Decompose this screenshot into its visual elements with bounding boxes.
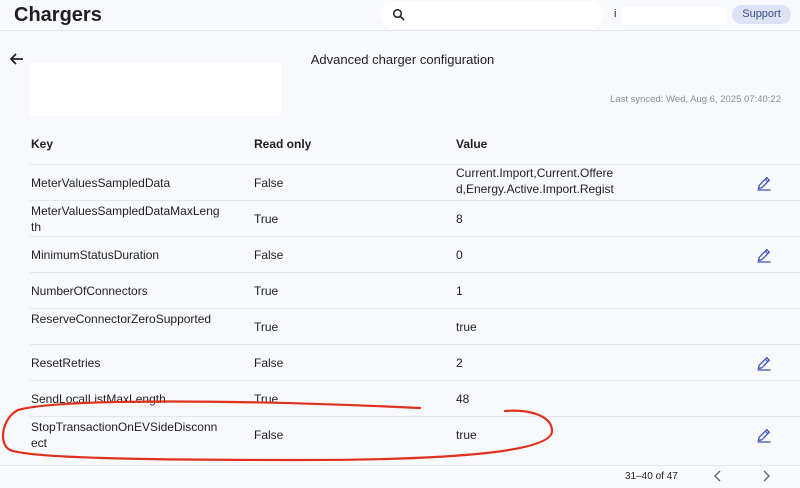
edit-icon[interactable] — [756, 427, 772, 443]
table-row: ReserveConnectorZeroSupported True true — [30, 308, 800, 344]
chevron-left-icon[interactable] — [711, 469, 725, 483]
config-key: MinimumStatusDuration — [31, 248, 160, 262]
table-row: ResetRetries False 2 — [30, 344, 800, 380]
search-input[interactable] — [380, 1, 604, 29]
config-key: StopTransactionOnEVSideDisconnect — [31, 420, 218, 450]
last-synced-text: Last synced: Wed, Aug 6, 2025 07:40:22 — [610, 94, 781, 105]
read-only-value: False — [254, 176, 284, 190]
app-title: Chargers — [14, 4, 102, 26]
table-row: SendLocalListMaxLength True 48 — [30, 380, 800, 416]
header-field[interactable] — [622, 7, 726, 25]
read-only-value: True — [254, 284, 279, 298]
table-row: MeterValuesSampledDataMaxLength True 8 — [30, 200, 800, 236]
config-value: Current.Import,Current.Offered,Energy.Ac… — [456, 166, 614, 200]
column-header-value: Value — [456, 137, 488, 151]
read-only-value: True — [254, 392, 279, 406]
config-key: ResetRetries — [31, 356, 101, 370]
header-divider — [0, 30, 800, 31]
config-value: 48 — [456, 392, 470, 406]
column-header-read-only: Read only — [254, 137, 312, 151]
app-header: Chargers i Support — [0, 0, 800, 30]
config-key: MeterValuesSampledDataMaxLength — [31, 204, 220, 234]
read-only-value: False — [254, 248, 284, 262]
config-key: NumberOfConnectors — [31, 284, 148, 298]
charger-info-panel — [30, 63, 281, 116]
config-key: MeterValuesSampledData — [31, 176, 171, 190]
read-only-value: True — [254, 212, 279, 226]
help-label[interactable]: i — [614, 8, 616, 20]
search-icon — [392, 8, 405, 21]
config-key: ReserveConnectorZeroSupported — [31, 312, 212, 326]
edit-icon[interactable] — [756, 175, 772, 191]
read-only-value: False — [254, 356, 284, 370]
config-value: true — [456, 428, 477, 442]
table-row: StopTransactionOnEVSideDisconnect False … — [30, 416, 800, 452]
config-value: true — [456, 320, 477, 334]
config-value: 8 — [456, 212, 463, 226]
support-button[interactable]: Support — [732, 5, 791, 24]
config-value: 2 — [456, 356, 463, 370]
edit-icon[interactable] — [756, 355, 772, 371]
read-only-value: True — [254, 320, 279, 334]
table-row: MeterValuesSampledData False Current.Imp… — [30, 164, 800, 200]
table-row: NumberOfConnectors True 1 — [30, 272, 800, 308]
table-row: MinimumStatusDuration False 0 — [30, 236, 800, 272]
config-key: SendLocalListMaxLength — [31, 392, 166, 406]
config-value: 0 — [456, 248, 463, 262]
chevron-right-icon[interactable] — [759, 469, 773, 483]
table-footer — [0, 465, 800, 488]
config-value: 1 — [456, 284, 463, 298]
read-only-value: False — [254, 428, 284, 442]
edit-icon[interactable] — [756, 247, 772, 263]
pagination-range: 31–40 of 47 — [625, 471, 678, 482]
column-header-key: Key — [31, 137, 54, 151]
